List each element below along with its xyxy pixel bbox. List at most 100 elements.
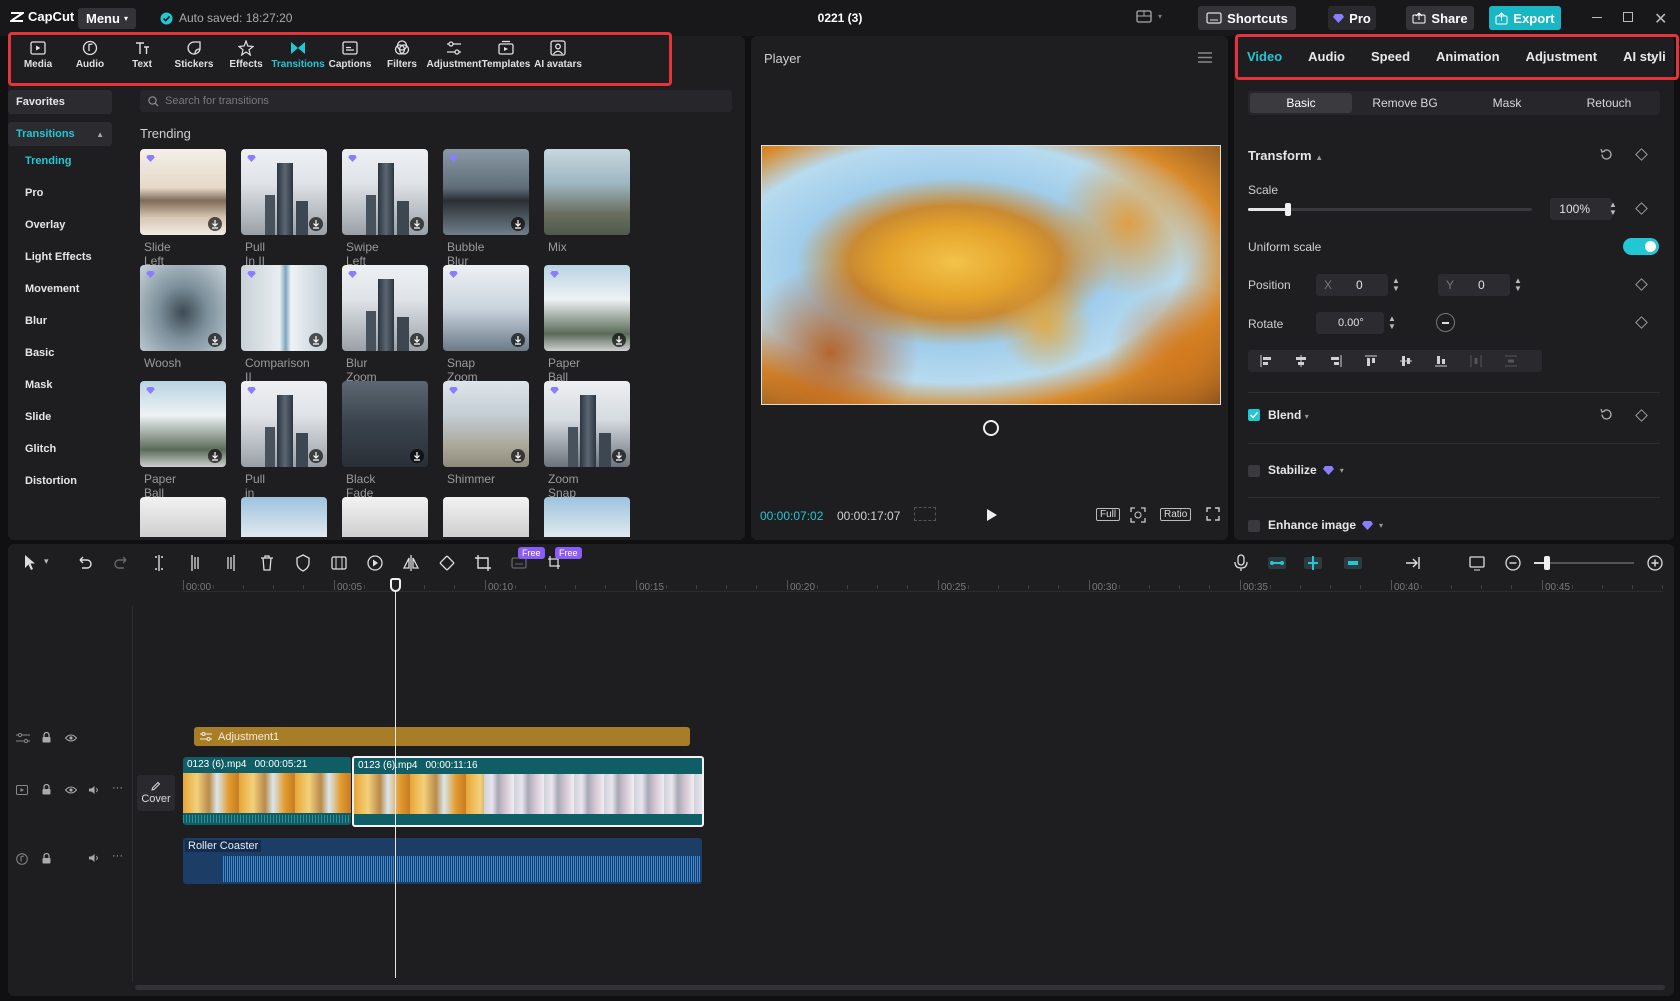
transition-thumbnail[interactable] <box>342 149 428 235</box>
visibility-icon[interactable] <box>65 786 77 794</box>
share-button[interactable]: Share <box>1406 6 1474 30</box>
transition-thumbnail[interactable] <box>544 497 630 537</box>
enhance-section-title[interactable]: Enhance image▾ <box>1268 518 1383 532</box>
tab-animation[interactable]: Animation <box>1436 49 1500 64</box>
category-item-trending[interactable]: Trending <box>25 155 71 167</box>
toolbar-filters-button[interactable]: Filters <box>376 40 428 70</box>
align-center-h-icon[interactable] <box>1283 354 1318 368</box>
reset-transform-icon[interactable] <box>1600 148 1613 161</box>
timeline-grid-icon[interactable] <box>914 507 936 521</box>
select-cursor-icon[interactable] <box>22 554 40 572</box>
position-y-input[interactable]: Y0 <box>1438 274 1510 296</box>
position-y-stepper-icon[interactable]: ▲▼ <box>1514 277 1522 293</box>
align-top-icon[interactable] <box>1353 354 1388 368</box>
reverse-icon[interactable] <box>366 554 384 572</box>
shortcuts-button[interactable]: Shortcuts <box>1198 6 1296 30</box>
adjustment-clip[interactable]: Adjustment1 <box>194 727 690 746</box>
full-quality-button[interactable]: Full <box>1096 508 1120 521</box>
toolbar-audio-button[interactable]: Audio <box>64 40 116 70</box>
preview-axis-icon[interactable] <box>1304 554 1322 572</box>
rotate-handle-icon[interactable] <box>983 420 999 436</box>
subtab-basic[interactable]: Basic <box>1250 93 1352 113</box>
transition-thumbnail[interactable] <box>140 265 226 351</box>
toolbar-captions-button[interactable]: Captions <box>324 40 376 70</box>
pro-button[interactable]: Pro <box>1328 6 1376 30</box>
align-bottom-icon[interactable] <box>1423 354 1458 368</box>
playhead-handle[interactable] <box>390 578 401 592</box>
player-menu-icon[interactable] <box>1198 52 1212 63</box>
download-icon[interactable] <box>309 449 323 463</box>
video-clip-2[interactable]: 0123 (6).mp400:00:11:16 <box>352 756 704 827</box>
download-icon[interactable] <box>511 449 525 463</box>
ratio-button[interactable]: Ratio <box>1160 508 1191 521</box>
favorites-tab[interactable]: Favorites <box>8 90 112 114</box>
transition-thumbnail[interactable] <box>241 497 327 537</box>
transform-section-title[interactable]: Transform ▲ <box>1248 148 1323 163</box>
category-item-light-effects[interactable]: Light Effects <box>25 251 92 263</box>
minimize-icon[interactable] <box>1592 17 1602 18</box>
mute-icon[interactable] <box>88 785 100 795</box>
transition-thumbnail[interactable] <box>443 497 529 537</box>
category-item-basic[interactable]: Basic <box>25 347 54 359</box>
toolbar-media-button[interactable]: Media <box>12 40 64 70</box>
blend-checkbox[interactable] <box>1248 409 1260 421</box>
rotate-input[interactable]: 0.00° <box>1316 312 1384 334</box>
rotate-dial[interactable] <box>1436 313 1455 332</box>
timeline-scrollbar[interactable] <box>135 985 1665 990</box>
zoom-out-icon[interactable] <box>1504 554 1522 572</box>
zoom-fit-icon[interactable] <box>1130 507 1146 523</box>
restore-icon[interactable] <box>1623 12 1633 22</box>
download-icon[interactable] <box>208 449 222 463</box>
scale-slider[interactable] <box>1248 208 1532 211</box>
transition-thumbnail[interactable] <box>140 381 226 467</box>
tab-audio[interactable]: Audio <box>1308 49 1345 64</box>
transition-thumbnail[interactable] <box>544 149 630 235</box>
playhead[interactable] <box>395 580 396 978</box>
zoom-slider-handle[interactable] <box>1544 556 1550 570</box>
microphone-icon[interactable] <box>1232 554 1250 572</box>
tab-adjustment[interactable]: Adjustment <box>1526 49 1598 64</box>
menu-button[interactable]: Menu▾ <box>78 8 136 29</box>
transition-thumbnail[interactable] <box>241 381 327 467</box>
transition-thumbnail[interactable] <box>342 497 428 537</box>
toolbar-effects-button[interactable]: Effects <box>220 40 272 70</box>
tab-video[interactable]: Video <box>1247 49 1282 64</box>
download-icon[interactable] <box>410 333 424 347</box>
subtab-mask[interactable]: Mask <box>1456 91 1558 115</box>
download-icon[interactable] <box>511 217 525 231</box>
distribute-v-icon[interactable] <box>1493 354 1528 368</box>
align-center-v-icon[interactable] <box>1388 354 1423 368</box>
audio-clip[interactable]: Roller Coaster <box>183 838 702 884</box>
close-icon[interactable]: ✕ <box>1654 9 1667 29</box>
export-button[interactable]: Export <box>1489 6 1561 30</box>
toolbar-templates-button[interactable]: Templates <box>480 40 532 70</box>
layout-icon[interactable]: ▾ <box>1136 10 1162 23</box>
subtab-retouch[interactable]: Retouch <box>1558 91 1660 115</box>
blend-section-title[interactable]: Blend ▾ <box>1268 408 1309 422</box>
magnet-link-icon[interactable] <box>1268 554 1286 572</box>
split-icon[interactable] <box>150 554 168 572</box>
rotate-icon[interactable] <box>438 554 456 572</box>
reset-blend-icon[interactable] <box>1600 408 1613 421</box>
download-icon[interactable] <box>410 449 424 463</box>
shield-icon[interactable] <box>294 554 312 572</box>
transition-thumbnail[interactable] <box>443 381 529 467</box>
stabilize-section-title[interactable]: Stabilize▾ <box>1268 463 1344 477</box>
position-x-stepper-icon[interactable]: ▲▼ <box>1392 277 1400 293</box>
zoom-slider[interactable] <box>1534 562 1634 564</box>
fullscreen-icon[interactable] <box>1206 507 1220 521</box>
toolbar-text-button[interactable]: Text <box>116 40 168 70</box>
category-item-glitch[interactable]: Glitch <box>25 443 56 455</box>
zoom-in-icon[interactable] <box>1646 554 1664 572</box>
category-item-pro[interactable]: Pro <box>25 187 43 199</box>
download-icon[interactable] <box>612 333 626 347</box>
track-more-icon[interactable]: ··· <box>112 850 123 862</box>
transition-thumbnail[interactable] <box>544 265 630 351</box>
transition-thumbnail[interactable] <box>443 149 529 235</box>
mute-icon[interactable] <box>88 853 100 863</box>
undo-icon[interactable] <box>76 554 94 572</box>
split-right-icon[interactable] <box>222 554 240 572</box>
toolbar-transitions-button[interactable]: Transitions <box>272 40 324 70</box>
enhance-checkbox[interactable] <box>1248 520 1260 532</box>
align-right-icon[interactable] <box>1318 354 1353 368</box>
